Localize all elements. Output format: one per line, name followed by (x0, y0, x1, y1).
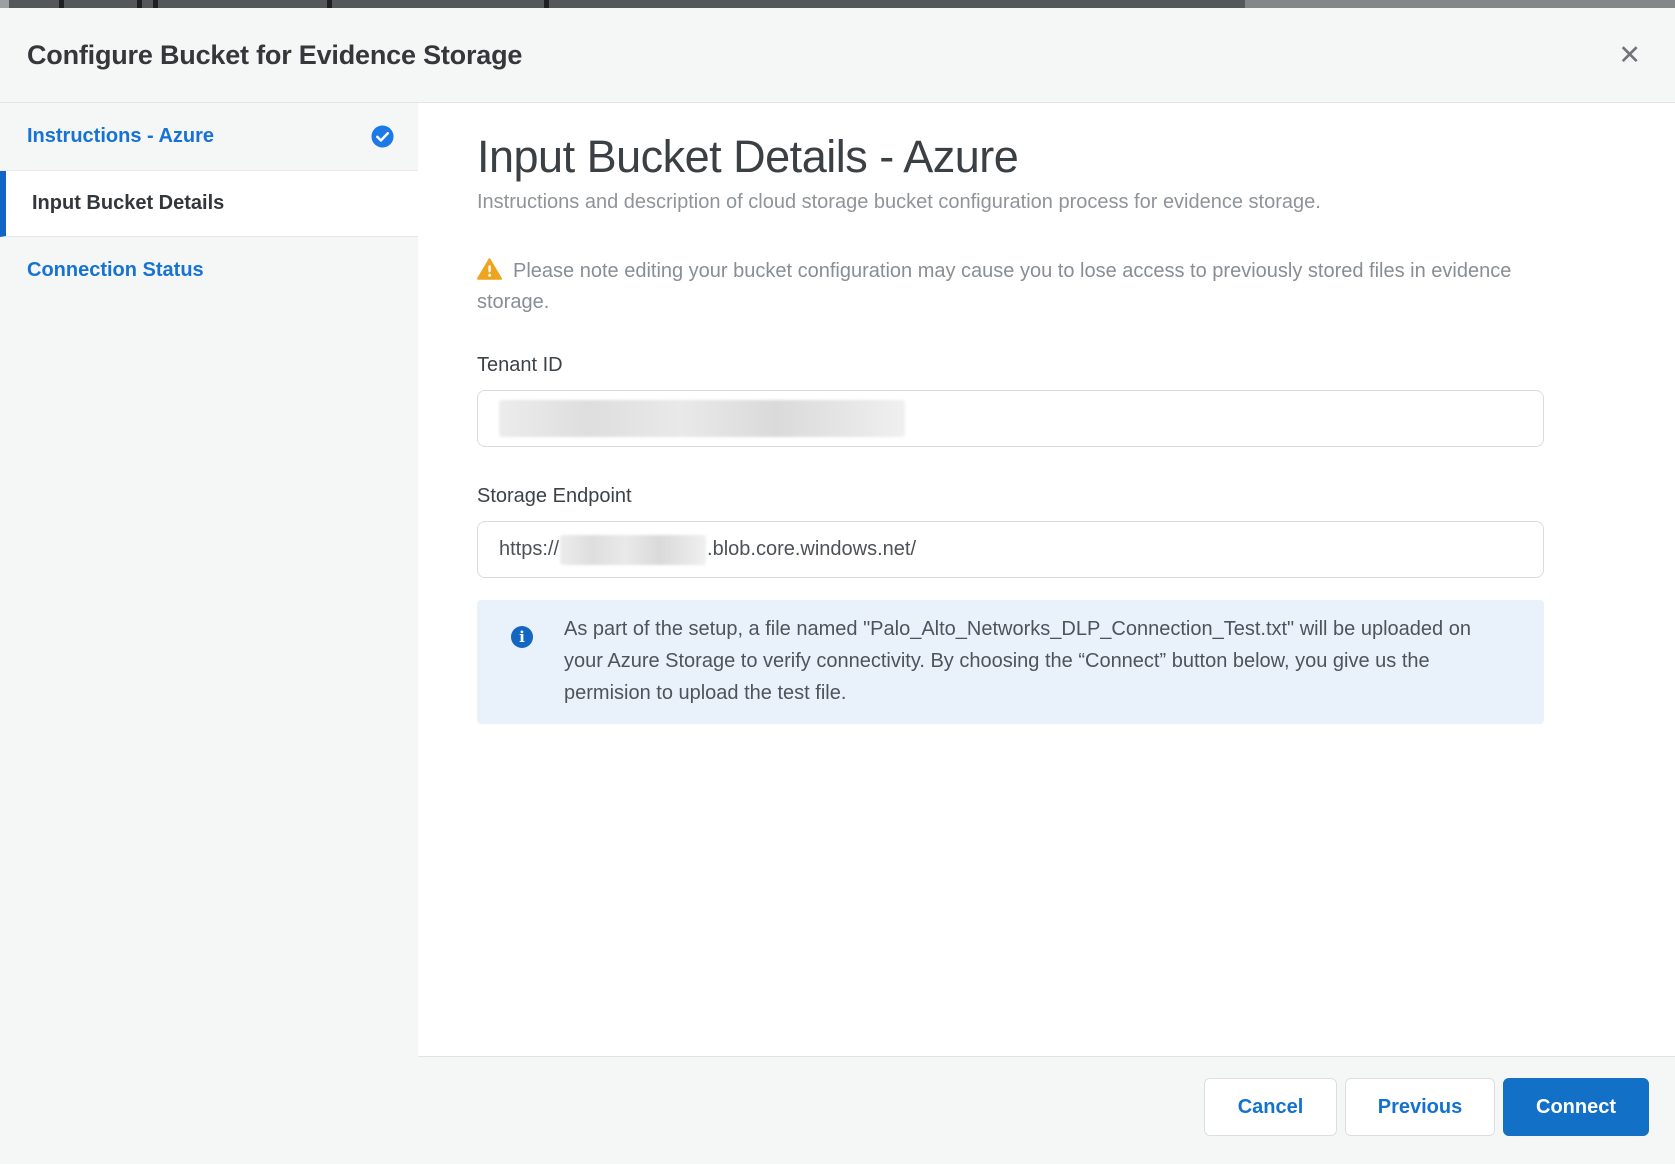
step-complete-check-icon (371, 125, 394, 148)
redacted-tenant-id-value (499, 400, 905, 437)
background-edge-mark (327, 0, 332, 8)
warning-note: Please note editing your bucket configur… (477, 256, 1512, 318)
sidebar-item-input-bucket-details[interactable]: Input Bucket Details (0, 171, 418, 237)
tenant-id-label: Tenant ID (477, 354, 1675, 377)
configure-bucket-dialog: Configure Bucket for Evidence Storage ✕ … (0, 0, 1675, 1165)
tenant-id-field[interactable] (477, 390, 1544, 447)
background-edge-mark (544, 0, 549, 8)
steps-sidebar: Instructions - Azure Input Bucket Detail… (0, 103, 418, 1057)
page-title: Input Bucket Details - Azure (477, 129, 1675, 185)
storage-endpoint-label: Storage Endpoint (477, 485, 1675, 508)
cancel-button[interactable]: Cancel (1204, 1078, 1337, 1136)
sidebar-item-label: Instructions - Azure (27, 125, 214, 148)
background-edge-segment (0, 0, 9, 8)
sidebar-item-instructions-azure[interactable]: Instructions - Azure (0, 103, 418, 171)
dialog-footer: Cancel Previous Connect (0, 1057, 1675, 1164)
background-edge-segment (1245, 0, 1675, 8)
sidebar-item-connection-status[interactable]: Connection Status (0, 237, 418, 303)
info-icon: i (511, 626, 533, 648)
storage-endpoint-field[interactable]: https:// .blob.core.windows.net/ (477, 521, 1544, 578)
sidebar-item-label: Input Bucket Details (32, 192, 224, 215)
sidebar-item-label: Connection Status (27, 259, 204, 282)
redacted-account-name (560, 535, 706, 565)
endpoint-url-suffix: .blob.core.windows.net/ (707, 538, 916, 561)
dialog-title: Configure Bucket for Evidence Storage (27, 40, 522, 71)
page-subtitle: Instructions and description of cloud st… (477, 191, 1675, 214)
warning-triangle-icon (477, 258, 502, 280)
dialog-header: Configure Bucket for Evidence Storage ✕ (0, 8, 1675, 103)
warning-text: Please note editing your bucket configur… (477, 260, 1511, 313)
step-content: Input Bucket Details - Azure Instruction… (418, 103, 1675, 1057)
background-edge-mark (59, 0, 64, 8)
info-note-text: As part of the setup, a file named "Palo… (564, 613, 1514, 709)
background-page-edge (0, 0, 1675, 8)
background-edge-mark (137, 0, 142, 8)
background-edge-mark (153, 0, 158, 8)
connect-button[interactable]: Connect (1503, 1078, 1649, 1136)
dialog-body: Instructions - Azure Input Bucket Detail… (0, 103, 1675, 1057)
endpoint-url-prefix: https:// (499, 538, 559, 561)
close-icon[interactable]: ✕ (1614, 38, 1645, 73)
info-note: i As part of the setup, a file named "Pa… (477, 600, 1544, 724)
previous-button[interactable]: Previous (1345, 1078, 1495, 1136)
